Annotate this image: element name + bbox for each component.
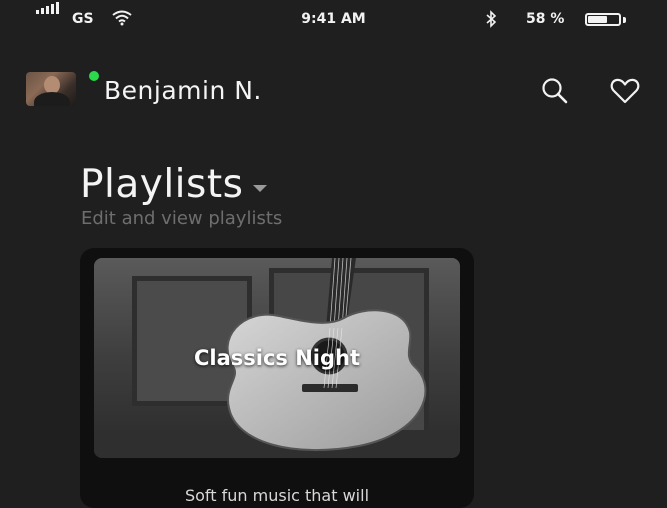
status-bar: GS 9:41 AM 58 % bbox=[0, 0, 667, 40]
playlist-description: Soft fun music that will bbox=[184, 486, 370, 505]
playlist-card[interactable]: Classics Night Soft fun music that will bbox=[80, 248, 474, 508]
online-status-dot bbox=[87, 69, 101, 83]
search-icon bbox=[542, 78, 568, 104]
page-title-row: Playlists bbox=[80, 162, 268, 207]
page-subtitle: Edit and view playlists bbox=[81, 208, 283, 229]
battery-percent: 58 % bbox=[526, 11, 565, 27]
battery-tip bbox=[623, 17, 626, 23]
heart-icon bbox=[610, 78, 640, 104]
caret-down-icon[interactable] bbox=[253, 185, 268, 192]
playlist-name: Classics Night bbox=[193, 346, 361, 370]
battery-icon bbox=[585, 13, 621, 26]
battery-level-fill bbox=[588, 16, 607, 23]
avatar-body bbox=[34, 92, 70, 106]
page-title: Playlists bbox=[80, 162, 244, 207]
user-name[interactable]: Benjamin N. bbox=[104, 76, 262, 105]
avatar[interactable] bbox=[26, 72, 76, 106]
clock-time: 9:41 AM bbox=[301, 11, 366, 27]
bluetooth-icon bbox=[486, 10, 497, 28]
search-button[interactable] bbox=[535, 74, 575, 108]
favorites-button[interactable] bbox=[605, 74, 645, 108]
